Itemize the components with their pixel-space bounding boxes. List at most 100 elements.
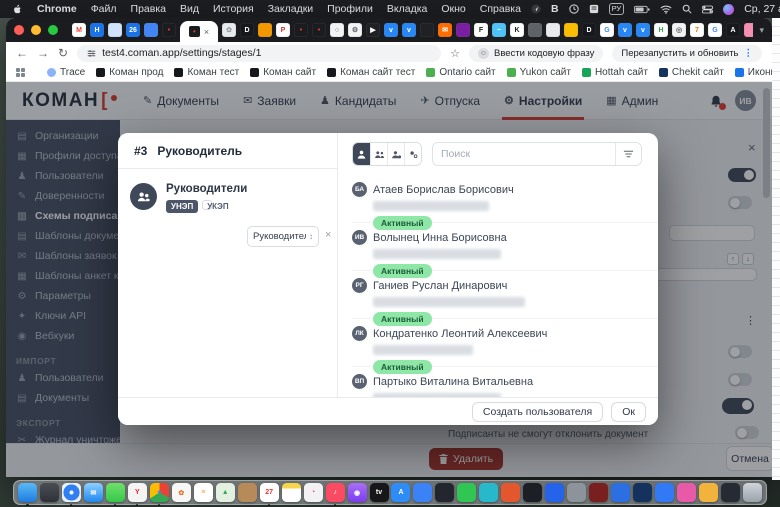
browser-tab[interactable]: ✿ [222,23,236,37]
notes-status-icon[interactable] [589,4,599,14]
dock-app-icon[interactable] [633,483,652,502]
browser-tab[interactable]: • [312,23,326,37]
menubar-item-help[interactable]: Справка [480,3,521,15]
dock-app-icon[interactable] [567,483,586,502]
menubar-item[interactable]: История [213,3,254,15]
browser-tab[interactable]: G [600,23,614,37]
menubar-item[interactable]: Вид [180,3,199,15]
dock-app-icon[interactable] [677,483,696,502]
browser-tab[interactable]: D [582,23,596,37]
browser-tab[interactable]: F [474,23,488,37]
menubar-item[interactable]: Закладки [268,3,313,15]
dock-app-icon[interactable] [699,483,718,502]
bookmark-item[interactable]: Chekit сайт [659,67,724,78]
dock-app-icon[interactable]: ◔ [304,483,323,502]
browser-tab[interactable]: K [510,23,524,37]
dock-app-icon[interactable]: ● [150,483,169,502]
menubar-item[interactable]: Chrome [37,3,77,15]
browser-tab[interactable]: D [240,23,254,37]
apple-logo-icon[interactable] [12,4,23,15]
dock-app-icon[interactable]: ◉ [348,483,367,502]
dock-app-icon[interactable] [62,483,81,502]
dock-app-icon[interactable] [18,483,37,502]
browser-tab[interactable] [744,23,753,37]
browser-tab[interactable]: 7 [690,23,704,37]
browser-tab[interactable]: • [162,23,176,37]
browser-tab[interactable]: M [72,23,86,37]
dock-app-icon[interactable] [238,483,257,502]
browser-tab[interactable] [144,23,158,37]
site-settings-icon[interactable] [87,49,96,58]
bookmark-item[interactable]: Коман сайт тест [327,67,415,78]
browser-tab[interactable]: H [654,23,668,37]
browser-tab[interactable] [564,23,578,37]
browser-tab[interactable]: v [384,23,398,37]
bookmark-item[interactable]: Коман тест [174,67,239,78]
filter-groups-button[interactable] [370,143,387,165]
bookmark-item[interactable]: Hottah сайт [582,67,648,78]
battery-icon[interactable] [634,5,650,14]
dock-app-icon[interactable] [743,483,762,502]
dock-app-icon[interactable] [106,483,125,502]
dock-app-icon[interactable] [479,483,498,502]
bookmark-item[interactable]: Коман сайт [250,67,316,78]
menubar-item[interactable]: Правка [131,3,166,15]
relaunch-update-button[interactable]: Перезапустить и обновить ⋮ [612,45,762,62]
spotlight-search-icon[interactable] [682,4,692,14]
role-select[interactable]: Руководитель ↕ [247,226,319,247]
browser-tab[interactable]: ✉ [438,23,452,37]
menubar-clock[interactable]: Ср, 27 авг. 10:59 [744,3,780,15]
dock-app-icon[interactable] [413,483,432,502]
browser-menu-dots-icon[interactable]: ⋮ [744,48,754,59]
reload-button[interactable]: ↻ [58,47,68,59]
search-filter-icon[interactable] [615,143,641,165]
back-button[interactable]: ← [16,47,28,59]
dock-app-icon[interactable]: A [391,483,410,502]
dock-app-icon[interactable] [282,483,301,502]
browser-tab[interactable]: v [618,23,632,37]
browser-tab[interactable]: 26 [126,23,140,37]
search-input[interactable] [433,143,615,165]
remove-stage-group-icon[interactable]: × [325,229,331,241]
browser-tab[interactable]: ~ [492,23,506,37]
bookmark-item[interactable]: Коман прод [96,67,163,78]
bookmark-item[interactable]: Trace [47,67,85,78]
bookmark-item[interactable]: Иконки для сайтов [735,67,772,78]
browser-tab[interactable] [546,23,560,37]
dock-app-icon[interactable] [40,483,59,502]
browser-tab[interactable]: G [708,23,722,37]
browser-tab[interactable] [108,23,122,37]
menubar-item[interactable]: Окно [441,3,465,15]
ok-button[interactable]: Ок [611,402,646,422]
browser-tab[interactable]: ◎ [672,23,686,37]
passphrase-button[interactable]: ☺ Ввести кодовую фразу [469,45,603,62]
menubar-item[interactable]: Профили [327,3,373,15]
user-list-item[interactable]: БА Атаев Борислав Борисович Активный [352,175,658,223]
browser-tab[interactable] [528,23,542,37]
apps-grid-icon[interactable] [16,68,25,77]
browser-tab[interactable] [456,23,470,37]
dock-app-icon[interactable]: tv [370,483,389,502]
browser-tab[interactable]: v [402,23,416,37]
control-center-icon[interactable] [702,5,713,14]
wifi-icon[interactable] [660,5,672,14]
dock-app-icon[interactable] [721,483,740,502]
siri-icon[interactable] [723,4,734,15]
browser-tab[interactable]: ○ [330,23,344,37]
dock-app-icon[interactable] [611,483,630,502]
active-tab[interactable]: • × [180,21,218,42]
bookmark-item[interactable]: Ontario сайт [426,67,495,78]
dock-app-icon[interactable]: ✉ [84,483,103,502]
maximize-window-button[interactable] [48,25,58,35]
browser-tab[interactable]: P [276,23,290,37]
dock-app-icon[interactable]: ♪ [326,483,345,502]
forward-button[interactable]: → [37,47,49,59]
bookmark-star-icon[interactable]: ☆ [450,47,460,60]
filter-users-button[interactable] [353,143,370,165]
browser-tab[interactable] [258,23,272,37]
dock-app-icon[interactable] [545,483,564,502]
create-user-button[interactable]: Создать пользователя [472,402,603,422]
dock-app-icon[interactable]: ≡ [194,483,213,502]
dock-app-icon[interactable] [655,483,674,502]
address-bar[interactable]: test4.coman.app/settings/stages/1 [77,45,441,62]
